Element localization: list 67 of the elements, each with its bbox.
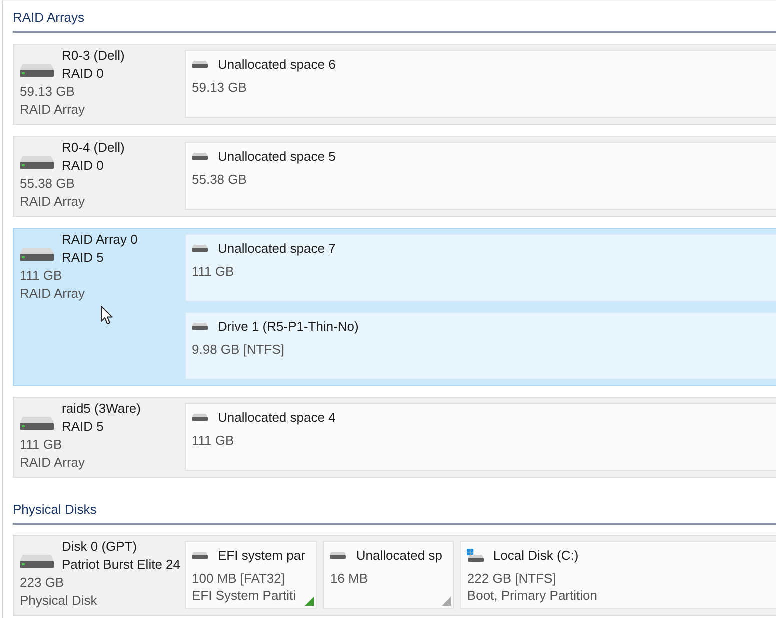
device-type: RAID Array	[20, 101, 86, 119]
drive-icon	[20, 554, 54, 568]
partition-detail: Boot, Primary Partition	[467, 587, 598, 604]
device-type: RAID Array	[20, 285, 86, 303]
partition-name: Unallocated space 5	[218, 148, 336, 165]
partition-name: Unallocated space 7	[218, 240, 336, 257]
device-name: R0-4 (Dell)	[62, 139, 125, 157]
device-name: RAID Array 0	[62, 231, 138, 249]
partition-tile[interactable]: Drive 1 (R5-P1-Thin-No) 9.98 GB [NTFS]	[185, 312, 776, 380]
drive-icon	[330, 552, 346, 559]
device-type: Physical Disk	[20, 592, 98, 610]
drive-icon	[20, 64, 54, 76]
device-description: RAID 0	[62, 65, 104, 83]
raid-array-card[interactable]: R0-3 (Dell) RAID 0 59.13 GB RAID Array Unallocated space 6 59.13 GB	[13, 44, 776, 125]
partition-tile[interactable]: Unallocated space 4 111 GB	[185, 403, 776, 471]
partition-size: 16 MB	[330, 570, 368, 587]
partition-detail: EFI System Partiti	[192, 587, 296, 604]
partition-size: 111 GB	[192, 263, 234, 280]
device-description: RAID 5	[62, 249, 104, 267]
device-description: RAID 0	[62, 157, 104, 175]
raid-array-card[interactable]: raid5 (3Ware) RAID 5 111 GB RAID Array Unallocated space 4 111 GB	[13, 397, 776, 478]
partition-size: 100 MB [FAT32]	[192, 570, 285, 587]
partition-size: 222 GB [NTFS]	[467, 570, 556, 587]
section-title: Physical Disks	[13, 502, 97, 517]
drive-icon	[20, 156, 54, 168]
drive-icon	[192, 61, 208, 68]
partition-name: Local Disk (C:)	[493, 547, 579, 564]
partition-name: Unallocated space 6	[218, 56, 336, 73]
device-size: 55.38 GB	[20, 175, 75, 193]
partition-name: Unallocated space 4	[218, 409, 336, 426]
drive-icon	[20, 248, 54, 260]
partition-name: Unallocated sp	[356, 547, 442, 564]
partition-tile[interactable]: Unallocated space 5 55.38 GB	[185, 142, 776, 210]
device-type: RAID Array	[20, 454, 86, 472]
partition-tile[interactable]: Unallocated space 7 111 GB	[185, 234, 776, 302]
raid-array-card[interactable]: R0-4 (Dell) RAID 0 55.38 GB RAID Array Unallocated space 5 55.38 GB	[13, 136, 776, 217]
section-title: RAID Arrays	[13, 10, 85, 25]
drive-icon	[192, 245, 208, 252]
system-drive-icon	[467, 549, 484, 562]
mouse-pointer-icon	[101, 306, 113, 325]
device-description: RAID 5	[62, 418, 104, 436]
device-size: 111 GB	[20, 267, 62, 285]
partition-tile[interactable]: EFI system par 100 MB [FAT32] EFI System Partiti	[185, 541, 318, 609]
disk-card[interactable]: Disk 0 (GPT) Patriot Burst Elite 24 223 GB Physical Disk EFI system par 100 MB [FAT32] EFI System Partiti Unallocated sp 16 MB Local Disk (C:) 222 GB [NTFS] Boot, Primary Partition	[13, 535, 776, 616]
raid-array-card[interactable]: RAID Array 0 RAID 5 111 GB RAID Array Unallocated space 7 111 GB Drive 1 (R5-P1-Thin-No) 9.98 GB [NTFS]	[13, 228, 776, 386]
device-name: R0-3 (Dell)	[62, 47, 125, 65]
partition-size: 55.38 GB	[192, 171, 247, 188]
device-name: raid5 (3Ware)	[62, 400, 141, 418]
partition-size: 59.13 GB	[192, 79, 247, 96]
partition-name: EFI system par	[218, 547, 306, 564]
drive-icon	[192, 153, 208, 160]
partition-size: 9.98 GB [NTFS]	[192, 341, 284, 358]
device-name: Disk 0 (GPT)	[62, 538, 138, 556]
device-size: 59.13 GB	[20, 83, 75, 101]
drive-icon	[192, 323, 208, 330]
partition-tile[interactable]: Unallocated space 6 59.13 GB	[185, 50, 776, 118]
device-size: 111 GB	[20, 436, 62, 454]
device-size: 223 GB	[20, 574, 64, 592]
device-description: Patriot Burst Elite 24	[62, 556, 180, 574]
partition-size: 111 GB	[192, 432, 234, 449]
partition-tile[interactable]: Local Disk (C:) 222 GB [NTFS] Boot, Primary Partition	[460, 541, 776, 609]
device-type: RAID Array	[20, 193, 86, 211]
drive-icon	[192, 552, 208, 559]
drive-icon	[20, 416, 54, 430]
drive-icon	[192, 414, 208, 421]
partition-tile[interactable]: Unallocated sp 16 MB	[323, 541, 454, 609]
partition-name: Drive 1 (R5-P1-Thin-No)	[218, 318, 359, 335]
